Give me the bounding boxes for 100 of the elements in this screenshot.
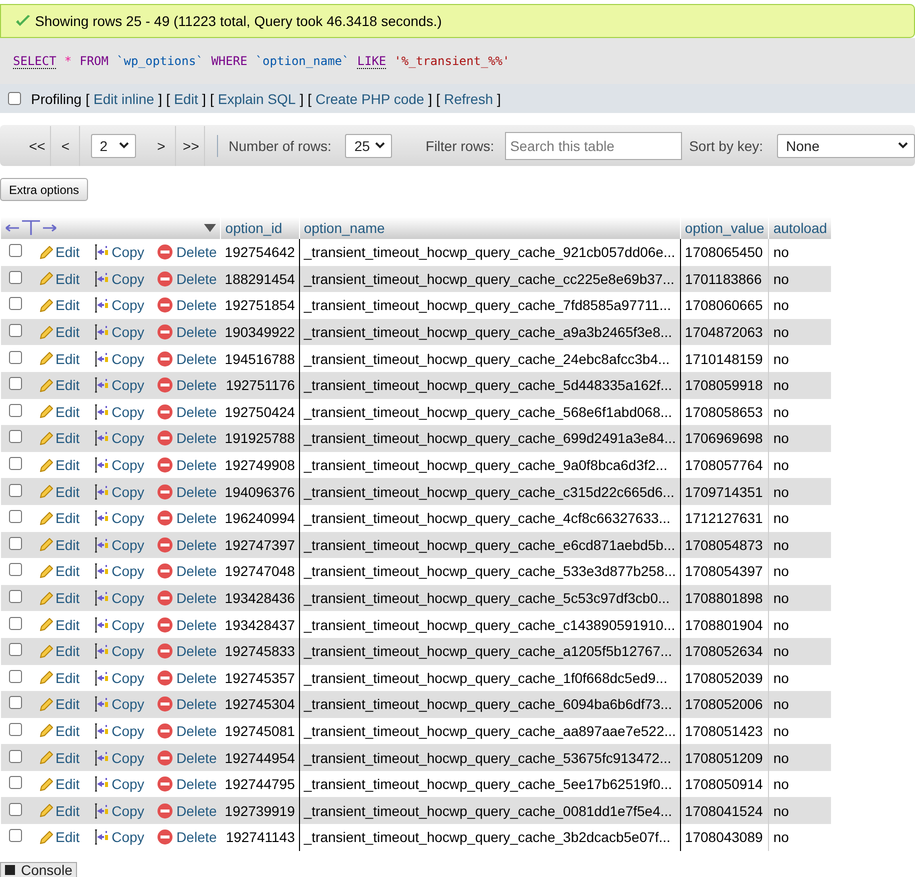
- resize-columns-icon[interactable]: [5, 220, 57, 236]
- row-checkbox[interactable]: [8, 324, 22, 338]
- row-checkbox[interactable]: [8, 244, 22, 258]
- delete-link[interactable]: Delete: [157, 350, 217, 367]
- copy-link[interactable]: Copy: [92, 350, 144, 367]
- edit-link[interactable]: Edit: [40, 377, 80, 394]
- edit-link[interactable]: Edit: [40, 350, 80, 367]
- delete-link[interactable]: Delete: [157, 536, 217, 553]
- edit-link[interactable]: Edit: [40, 590, 80, 606]
- row-checkbox[interactable]: [8, 270, 22, 284]
- delete-link[interactable]: Delete: [157, 244, 217, 260]
- row-checkbox[interactable]: [8, 776, 22, 790]
- delete-link[interactable]: Delete: [157, 750, 217, 766]
- delete-link[interactable]: Delete: [157, 722, 217, 739]
- row-checkbox[interactable]: [8, 670, 22, 683]
- edit-link[interactable]: Edit: [40, 829, 80, 846]
- delete-link[interactable]: Delete: [157, 670, 217, 686]
- row-checkbox[interactable]: [8, 616, 22, 630]
- row-checkbox[interactable]: [8, 377, 22, 390]
- copy-link[interactable]: Copy: [92, 484, 144, 500]
- delete-link[interactable]: Delete: [157, 270, 217, 287]
- row-checkbox[interactable]: [8, 750, 22, 763]
- delete-link[interactable]: Delete: [157, 643, 217, 660]
- row-checkbox[interactable]: [8, 590, 22, 604]
- copy-link[interactable]: Copy: [92, 563, 144, 580]
- edit-link[interactable]: Edit: [40, 457, 80, 474]
- edit-link[interactable]: Edit: [40, 270, 80, 287]
- delete-link[interactable]: Delete: [157, 510, 217, 526]
- edit-link[interactable]: Edit: [40, 484, 80, 500]
- sql-doc-link[interactable]: LIKE: [357, 54, 386, 68]
- copy-link[interactable]: Copy: [92, 590, 144, 606]
- edit-link[interactable]: Edit: [40, 722, 80, 739]
- edit-link[interactable]: Edit: [40, 244, 80, 260]
- delete-link[interactable]: Delete: [157, 696, 217, 712]
- delete-link[interactable]: Delete: [157, 404, 217, 420]
- delete-link[interactable]: Delete: [157, 590, 217, 606]
- copy-link[interactable]: Copy: [92, 510, 144, 526]
- column-header[interactable]: option_name: [304, 220, 385, 236]
- edit-link[interactable]: Edit: [40, 616, 80, 633]
- next-page-button[interactable]: >: [146, 126, 176, 166]
- edit-link[interactable]: Edit: [40, 750, 80, 766]
- delete-link[interactable]: Delete: [157, 377, 217, 394]
- delete-link[interactable]: Delete: [157, 457, 217, 474]
- row-checkbox[interactable]: [8, 404, 22, 417]
- row-checkbox[interactable]: [8, 350, 22, 364]
- delete-link[interactable]: Delete: [157, 829, 217, 846]
- copy-link[interactable]: Copy: [92, 829, 144, 846]
- delete-link[interactable]: Delete: [157, 324, 217, 340]
- extra-options-button[interactable]: Extra options: [0, 178, 88, 201]
- row-checkbox[interactable]: [8, 510, 22, 524]
- row-checkbox[interactable]: [8, 297, 22, 310]
- delete-link[interactable]: Delete: [157, 776, 217, 792]
- edit-link[interactable]: Edit: [40, 404, 80, 420]
- edit-link[interactable]: Edit: [40, 776, 80, 792]
- copy-link[interactable]: Copy: [92, 750, 144, 766]
- row-checkbox[interactable]: [8, 643, 22, 656]
- edit-link[interactable]: Edit: [40, 696, 80, 712]
- edit-link[interactable]: Edit: [40, 563, 80, 580]
- delete-link[interactable]: Delete: [157, 802, 217, 819]
- edit-link[interactable]: Edit: [40, 297, 80, 314]
- row-checkbox[interactable]: [8, 696, 22, 710]
- copy-link[interactable]: Copy: [92, 722, 144, 739]
- query-action-link[interactable]: Edit inline: [93, 90, 154, 106]
- copy-link[interactable]: Copy: [92, 324, 144, 340]
- previous-page-button[interactable]: <: [51, 126, 80, 166]
- copy-link[interactable]: Copy: [92, 776, 144, 792]
- copy-link[interactable]: Copy: [92, 270, 144, 287]
- last-page-button[interactable]: >>: [176, 126, 205, 166]
- query-action-link[interactable]: Refresh: [444, 90, 493, 106]
- edit-link[interactable]: Edit: [40, 430, 80, 446]
- delete-link[interactable]: Delete: [157, 430, 217, 446]
- copy-link[interactable]: Copy: [92, 616, 144, 633]
- query-action-link[interactable]: Edit: [174, 90, 198, 106]
- query-action-link[interactable]: Explain SQL: [218, 90, 296, 106]
- row-checkbox[interactable]: [8, 722, 22, 736]
- copy-link[interactable]: Copy: [92, 536, 144, 553]
- delete-link[interactable]: Delete: [157, 484, 217, 500]
- row-checkbox[interactable]: [8, 430, 22, 444]
- dropdown-triangle-icon[interactable]: [204, 224, 216, 232]
- console-tab[interactable]: Console: [0, 862, 78, 877]
- copy-link[interactable]: Copy: [92, 297, 144, 314]
- profiling-checkbox[interactable]: [8, 92, 21, 105]
- edit-link[interactable]: Edit: [40, 643, 80, 660]
- edit-link[interactable]: Edit: [40, 510, 80, 526]
- copy-link[interactable]: Copy: [92, 457, 144, 474]
- copy-link[interactable]: Copy: [92, 244, 144, 260]
- copy-link[interactable]: Copy: [92, 643, 144, 660]
- row-checkbox[interactable]: [8, 457, 22, 470]
- row-checkbox[interactable]: [8, 563, 22, 576]
- edit-link[interactable]: Edit: [40, 802, 80, 819]
- copy-link[interactable]: Copy: [92, 670, 144, 686]
- row-checkbox[interactable]: [8, 829, 22, 842]
- edit-link[interactable]: Edit: [40, 670, 80, 686]
- copy-link[interactable]: Copy: [92, 377, 144, 394]
- row-checkbox[interactable]: [8, 484, 22, 497]
- page-select[interactable]: 2: [90, 134, 136, 158]
- row-checkbox[interactable]: [8, 802, 22, 816]
- edit-link[interactable]: Edit: [40, 536, 80, 553]
- sort-select[interactable]: None: [777, 134, 915, 158]
- delete-link[interactable]: Delete: [157, 563, 217, 580]
